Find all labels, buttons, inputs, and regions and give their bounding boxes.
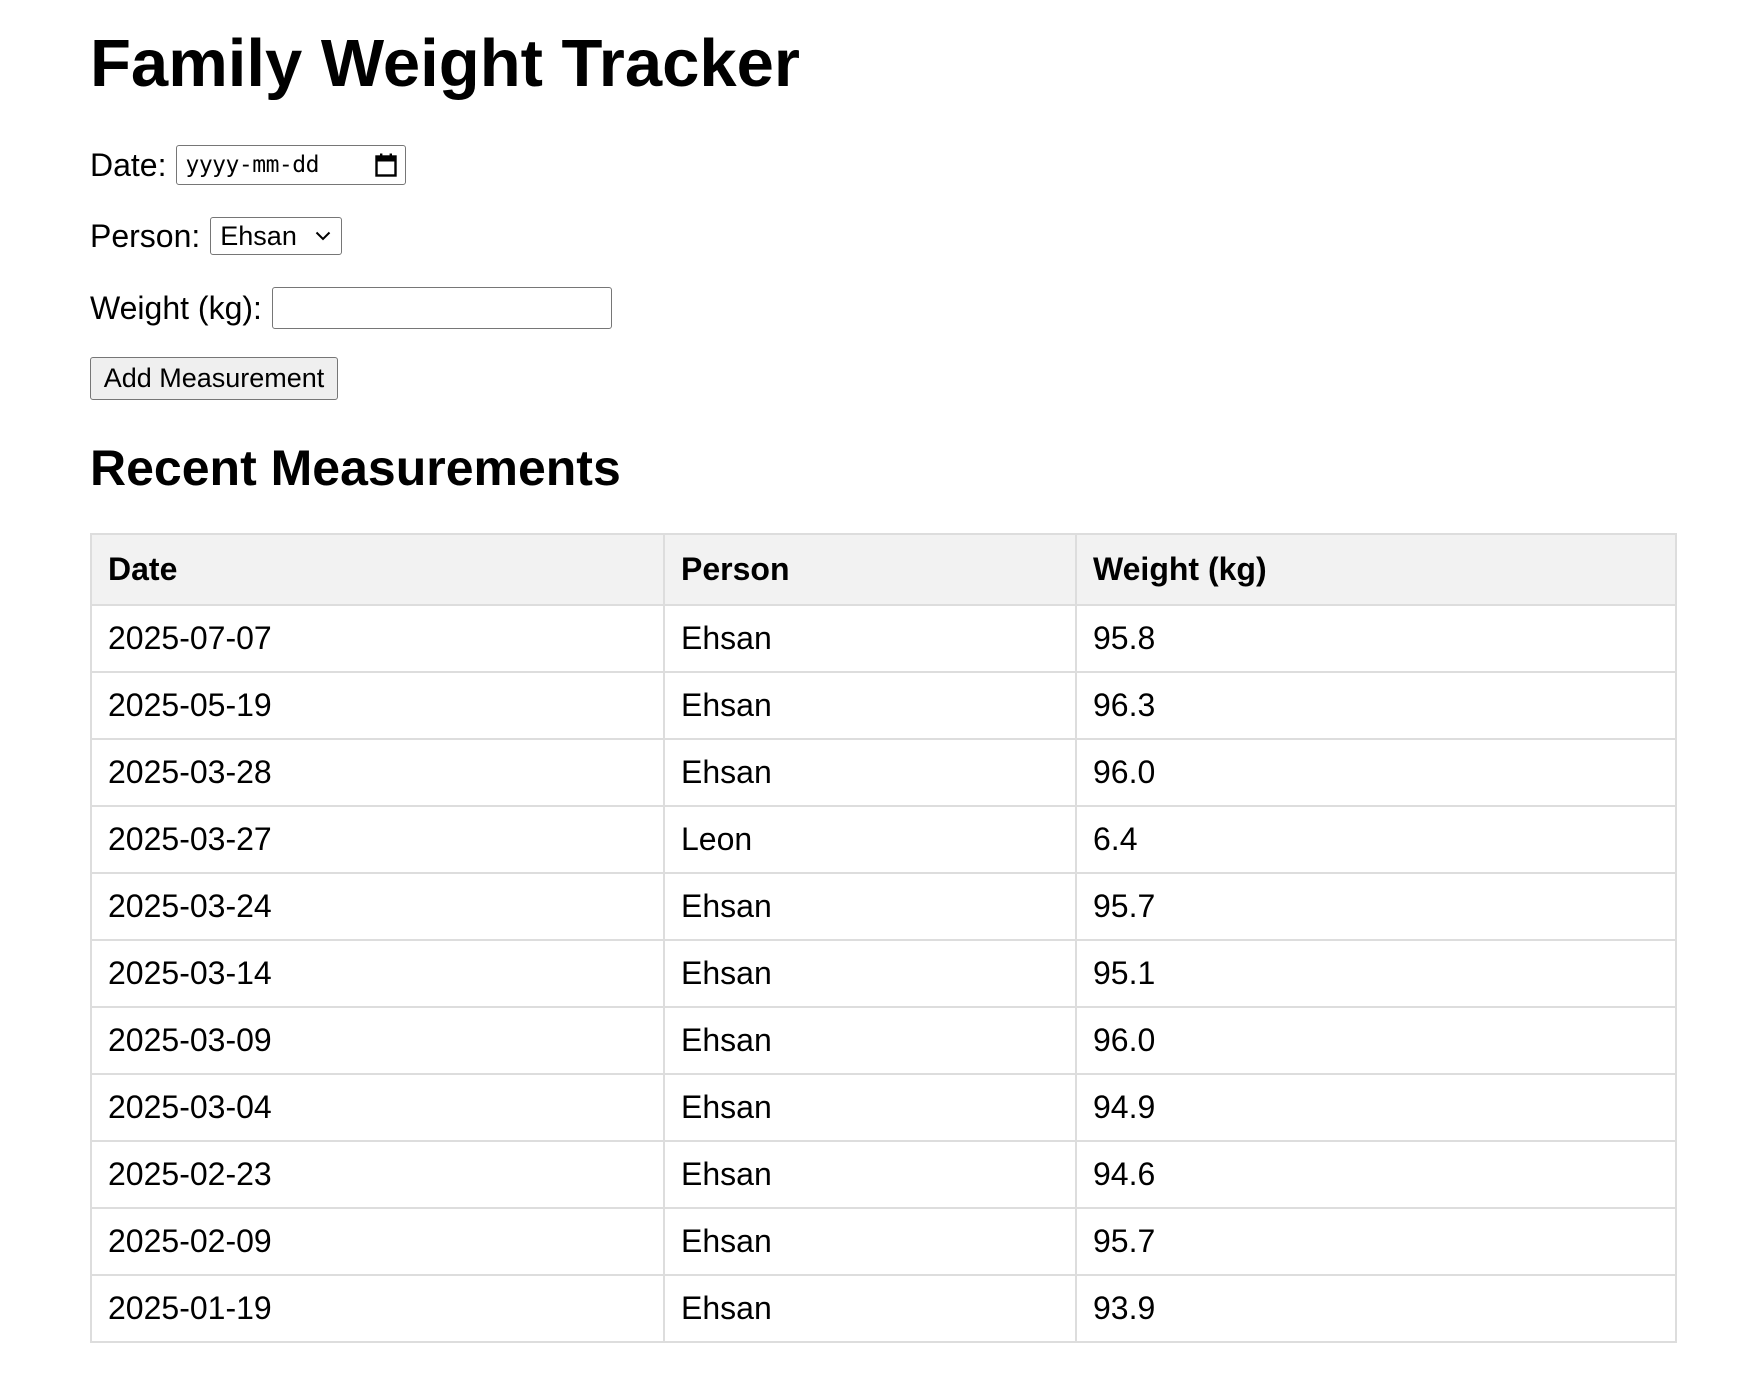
- cell-weight: 95.1: [1075, 939, 1677, 1008]
- cell-person: Ehsan: [663, 1140, 1077, 1209]
- recent-measurements-heading: Recent Measurements: [90, 440, 621, 496]
- chevron-down-icon: [315, 231, 331, 241]
- table-row: 2025-03-28 Ehsan 96.0: [90, 738, 1677, 807]
- cell-person: Ehsan: [663, 1274, 1077, 1343]
- date-input[interactable]: yyyy-mm-dd: [176, 145, 407, 185]
- table-row: 2025-02-23 Ehsan 94.6: [90, 1140, 1677, 1209]
- weight-label: Weight (kg):: [90, 289, 262, 326]
- add-measurement-button[interactable]: Add Measurement: [90, 357, 338, 400]
- person-selected-value: Ehsan: [220, 220, 297, 251]
- cell-date: 2025-03-28: [90, 738, 665, 807]
- cell-weight: 95.7: [1075, 1207, 1677, 1276]
- person-row: Person: Ehsan: [90, 216, 343, 256]
- cell-weight: 95.7: [1075, 872, 1677, 941]
- cell-date: 2025-05-19: [90, 671, 665, 740]
- cell-date: 2025-01-19: [90, 1274, 665, 1343]
- date-label: Date:: [90, 146, 167, 183]
- cell-person: Ehsan: [663, 738, 1077, 807]
- table-row: 2025-03-27 Leon 6.4: [90, 805, 1677, 874]
- cell-weight: 94.6: [1075, 1140, 1677, 1209]
- cell-date: 2025-07-07: [90, 604, 665, 673]
- cell-weight: 95.8: [1075, 604, 1677, 673]
- cell-person: Ehsan: [663, 939, 1077, 1008]
- calendar-icon[interactable]: [375, 153, 398, 177]
- table-row: 2025-05-19 Ehsan 96.3: [90, 671, 1677, 740]
- person-select[interactable]: Ehsan: [210, 217, 343, 255]
- cell-date: 2025-03-09: [90, 1006, 665, 1075]
- table-row: 2025-07-07 Ehsan 95.8: [90, 604, 1677, 673]
- cell-date: 2025-03-14: [90, 939, 665, 1008]
- cell-weight: 93.9: [1075, 1274, 1677, 1343]
- table-row: 2025-01-19 Ehsan 93.9: [90, 1274, 1677, 1343]
- cell-person: Leon: [663, 805, 1077, 874]
- cell-weight: 96.3: [1075, 671, 1677, 740]
- cell-weight: 96.0: [1075, 738, 1677, 807]
- cell-person: Ehsan: [663, 604, 1077, 673]
- cell-person: Ehsan: [663, 1006, 1077, 1075]
- date-row: Date: yyyy-mm-dd: [90, 143, 407, 187]
- cell-date: 2025-02-09: [90, 1207, 665, 1276]
- table-row: 2025-03-04 Ehsan 94.9: [90, 1073, 1677, 1142]
- cell-person: Ehsan: [663, 671, 1077, 740]
- table-row: 2025-03-24 Ehsan 95.7: [90, 872, 1677, 941]
- cell-weight: 94.9: [1075, 1073, 1677, 1142]
- column-header-weight: Weight (kg): [1075, 533, 1677, 606]
- cell-person: Ehsan: [663, 1207, 1077, 1276]
- cell-weight: 6.4: [1075, 805, 1677, 874]
- table-row: 2025-02-09 Ehsan 95.7: [90, 1207, 1677, 1276]
- date-placeholder: yyyy-mm-dd: [185, 152, 319, 178]
- cell-person: Ehsan: [663, 1073, 1077, 1142]
- cell-date: 2025-03-04: [90, 1073, 665, 1142]
- person-label: Person:: [90, 217, 201, 254]
- weight-row: Weight (kg):: [90, 286, 612, 330]
- table-row: 2025-03-09 Ehsan 96.0: [90, 1006, 1677, 1075]
- cell-date: 2025-03-24: [90, 872, 665, 941]
- cell-date: 2025-02-23: [90, 1140, 665, 1209]
- page-title: Family Weight Tracker: [90, 26, 800, 101]
- measurements-table: Date Person Weight (kg) 2025-07-07 Ehsan…: [90, 533, 1677, 1343]
- weight-input[interactable]: [271, 287, 612, 329]
- table-header-row: Date Person Weight (kg): [90, 533, 1677, 606]
- column-header-person: Person: [663, 533, 1077, 606]
- table-row: 2025-03-14 Ehsan 95.1: [90, 939, 1677, 1008]
- cell-date: 2025-03-27: [90, 805, 665, 874]
- column-header-date: Date: [90, 533, 665, 606]
- cell-person: Ehsan: [663, 872, 1077, 941]
- cell-weight: 96.0: [1075, 1006, 1677, 1075]
